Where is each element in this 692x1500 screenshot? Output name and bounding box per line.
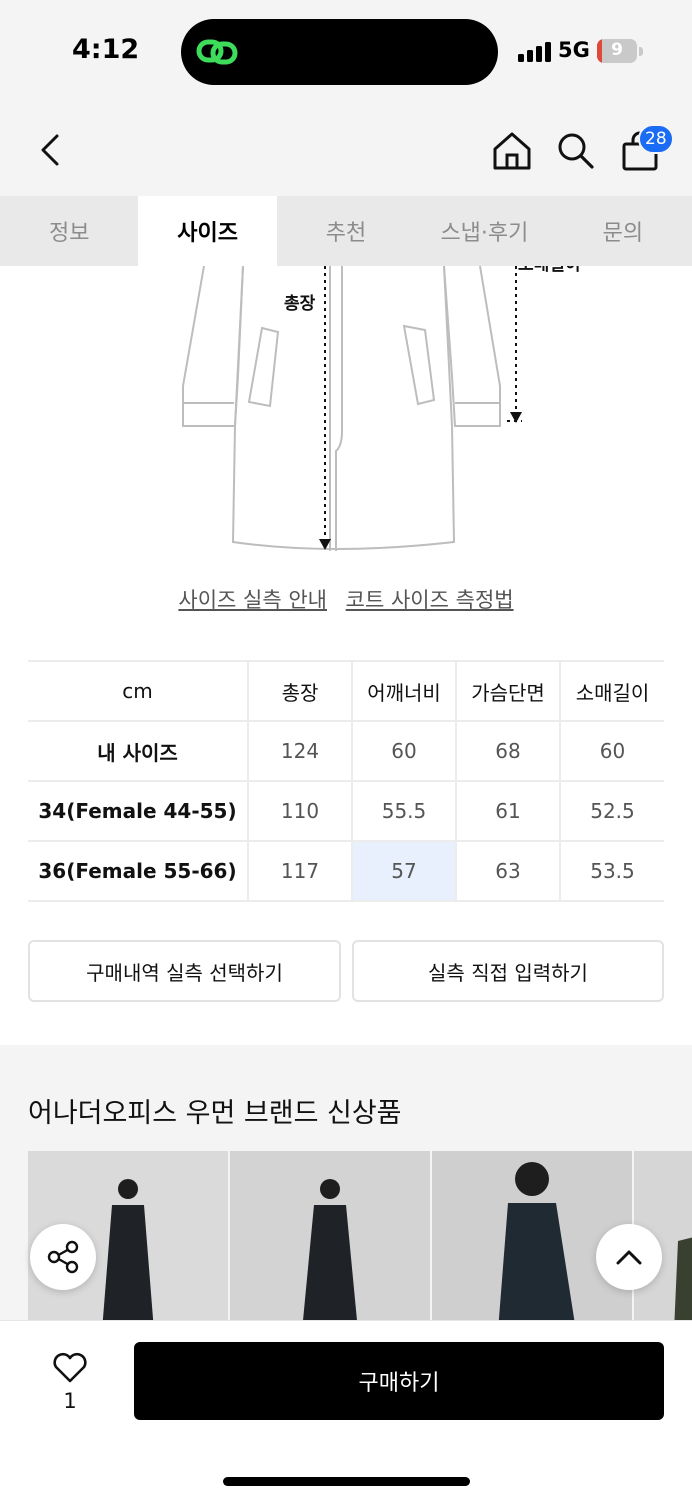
sleeve-arrow-icon [510, 412, 522, 423]
table-cell: 61 [455, 780, 560, 842]
like-count: 1 [63, 1389, 77, 1413]
table-row-label: 내 사이즈 [28, 720, 248, 782]
status-time: 4:12 [72, 34, 140, 65]
heart-icon [53, 1352, 87, 1383]
home-indicator [223, 1477, 470, 1486]
product-image [302, 1179, 358, 1331]
bottom-action-bar: 1 구매하기 [0, 1320, 692, 1500]
table-header: 가슴단면 [455, 660, 560, 722]
table-row-label: 34(Female 44-55) [28, 780, 248, 842]
scroll-top-button[interactable] [596, 1224, 662, 1290]
length-label: 총장 [284, 294, 316, 314]
table-header: 소매길이 [559, 660, 664, 722]
back-button[interactable] [30, 128, 70, 172]
table-cell: 110 [247, 780, 352, 842]
battery-cap [639, 47, 643, 56]
search-icon [558, 133, 594, 169]
table-cell: 52.5 [559, 780, 664, 842]
search-button[interactable] [554, 128, 598, 174]
buy-button[interactable]: 구매하기 [134, 1342, 664, 1420]
tab-snap-review[interactable]: 스냅·후기 [415, 196, 553, 266]
measure-method-link[interactable]: 코트 사이즈 측정법 [346, 588, 514, 612]
home-button[interactable] [490, 128, 534, 174]
tab-info[interactable]: 정보 [0, 196, 138, 266]
tab-size[interactable]: 사이즈 [138, 196, 277, 266]
product-thumbnail[interactable] [230, 1151, 430, 1331]
size-diagram: 총장 소매길이 [182, 266, 581, 551]
table-cell: 60 [559, 720, 664, 782]
chevron-left-icon [41, 134, 59, 166]
status-bar: 4:12 5G 9 [0, 0, 692, 104]
size-table: cm 총장 어깨너비 가슴단면 소매길이 내 사이즈 124 60 68 60 … [28, 660, 664, 902]
table-header: cm [28, 660, 248, 722]
cart-count-badge: 28 [638, 124, 674, 154]
table-cell: 124 [247, 720, 352, 782]
table-cell: 117 [247, 840, 352, 902]
table-cell-highlighted: 57 [351, 840, 456, 902]
home-icon [493, 132, 531, 170]
table-cell: 63 [455, 840, 560, 902]
section-title: 어나더오피스 우먼 브랜드 신상품 [28, 1098, 402, 1129]
tab-recommend[interactable]: 추천 [277, 196, 415, 266]
table-cell: 68 [455, 720, 560, 782]
size-guide-links: 사이즈 실측 안내 코트 사이즈 측정법 [0, 584, 692, 614]
table-row: 34(Female 44-55) 110 55.5 61 52.5 [28, 780, 664, 842]
network-type: 5G [558, 38, 590, 62]
tab-bar: 정보 사이즈 추천 스냅·후기 문의 [0, 196, 692, 266]
purchase-history-measure-button[interactable]: 구매내역 실측 선택하기 [28, 940, 341, 1002]
share-button[interactable] [30, 1224, 96, 1290]
table-cell: 60 [351, 720, 456, 782]
table-cell: 53.5 [559, 840, 664, 902]
size-guide-link[interactable]: 사이즈 실측 안내 [178, 588, 327, 612]
table-row: 내 사이즈 124 60 68 60 [28, 720, 664, 782]
signal-icon [518, 42, 551, 62]
battery-percent: 9 [611, 40, 623, 60]
battery-icon: 9 [597, 39, 637, 63]
manual-measure-input-button[interactable]: 실측 직접 입력하기 [352, 940, 664, 1002]
table-header: 어깨너비 [351, 660, 456, 722]
coat-illustration [182, 266, 501, 551]
table-row: 36(Female 55-66) 117 57 63 53.5 [28, 840, 664, 902]
brand-new-products-section: 어나더오피스 우먼 브랜드 신상품 [0, 1045, 692, 1345]
table-header-row: cm 총장 어깨너비 가슴단면 소매길이 [28, 660, 664, 722]
table-header: 총장 [247, 660, 352, 722]
dynamic-island [181, 19, 498, 85]
tab-inquiry[interactable]: 문의 [554, 196, 692, 266]
chevron-up-icon [616, 1250, 642, 1265]
app-header [0, 104, 692, 196]
app-link-icon [196, 39, 238, 65]
share-icon [47, 1240, 79, 1274]
table-row-label: 36(Female 55-66) [28, 840, 248, 902]
table-cell: 55.5 [351, 780, 456, 842]
product-carousel [28, 1151, 692, 1331]
sleeve-label: 소매길이 [518, 266, 581, 275]
